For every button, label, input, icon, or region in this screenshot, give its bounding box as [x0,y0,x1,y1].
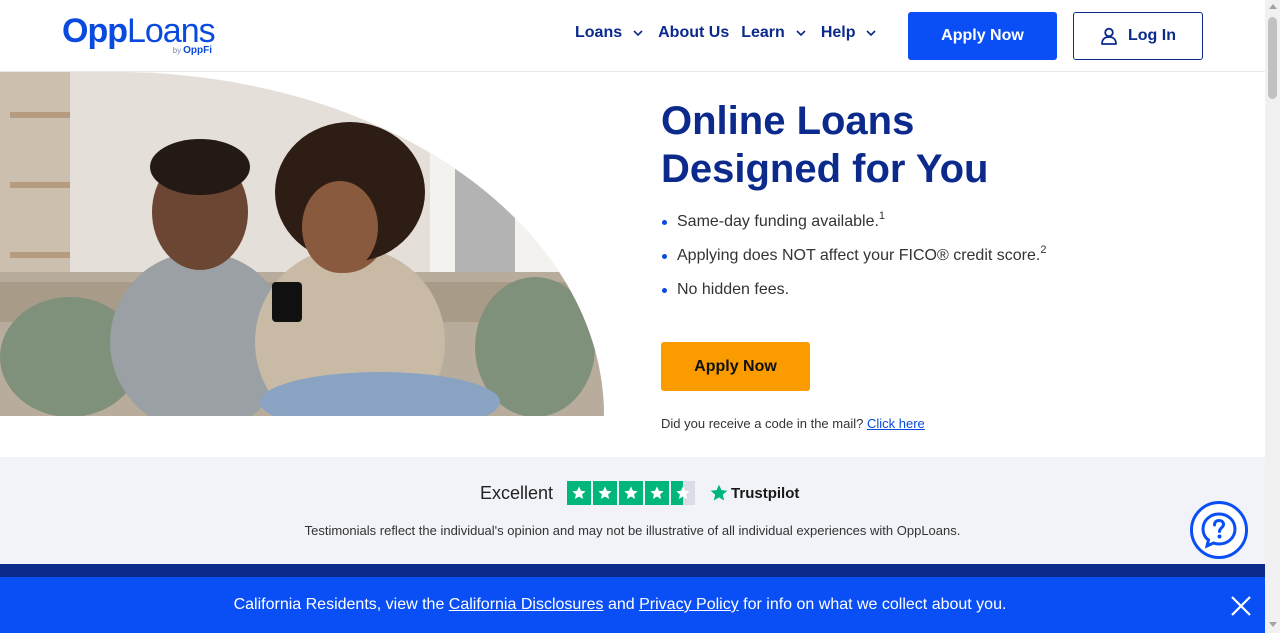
help-chat-icon [1201,512,1237,549]
close-icon[interactable] [1230,595,1252,617]
logo-byline: by OppFi [172,45,212,56]
ca-banner-text: California Residents, view the Californi… [233,596,1007,613]
nav-loans[interactable]: Loans [575,24,646,42]
nav-help[interactable]: Help [821,24,880,42]
testimonial-disclaimer: Testimonials reflect the individual's op… [304,523,961,538]
nav-learn-label: Learn [741,24,785,41]
page-scrollbar[interactable] [1265,0,1280,633]
hero-title: Online Loans Designed for You [661,99,989,191]
footer-top-strip [0,564,1265,577]
trustpilot-strip: Excellent Trustpilot Testimonials reflec… [0,457,1265,564]
user-icon [1101,27,1117,45]
california-residents-banner: California Residents, view the Californi… [0,577,1265,633]
nav-loans-label: Loans [575,24,623,41]
hero-apply-label: Apply Now [694,357,777,375]
rating-word: Excellent [480,482,554,503]
nav-about-label: About Us [658,24,730,41]
star-icon [567,481,592,505]
scroll-up-arrow-icon[interactable] [1269,4,1277,9]
mail-code-click-here-link[interactable]: Click here [867,416,925,431]
rating-stars [567,481,697,505]
trustpilot-star-icon [710,484,728,501]
trustpilot-widget[interactable]: Excellent Trustpilot [480,481,799,505]
star-icon [619,481,644,505]
list-item: Applying does NOT affect your FICO® cred… [661,244,1046,266]
hero-photo-couple [0,72,604,416]
log-in-label: Log In [1128,27,1176,44]
log-in-button[interactable]: Log In [1073,12,1203,60]
logo-wordmark: OppLoans [62,12,216,50]
footnote-1[interactable]: 1 [879,210,885,222]
list-item: No hidden fees. [661,280,1046,300]
trustpilot-logo: Trustpilot [709,483,799,503]
opploans-logo[interactable]: OppLoans by OppFi [62,12,216,60]
star-icon [593,481,618,505]
hero-apply-now-button[interactable]: Apply Now [661,342,810,391]
nav-about-us[interactable]: About Us [658,24,729,42]
site-header: OppLoans by OppFi Loans About Us Learn He… [0,0,1265,72]
california-disclosures-link[interactable]: California Disclosures [449,596,604,613]
chevron-down-icon [630,25,646,41]
list-item: Same-day funding available.1 [661,210,1046,232]
header-apply-label: Apply Now [941,27,1024,44]
privacy-policy-link[interactable]: Privacy Policy [639,596,739,613]
chevron-down-icon [793,25,809,41]
header-apply-now-button[interactable]: Apply Now [908,12,1057,60]
star-icon [645,481,670,505]
footnote-2[interactable]: 2 [1040,244,1046,256]
star-half-icon [671,481,696,505]
chat-help-button[interactable] [1190,501,1248,559]
nav-learn[interactable]: Learn [741,24,809,42]
scrollbar-thumb[interactable] [1268,17,1277,99]
scroll-down-arrow-icon[interactable] [1269,622,1277,627]
main-nav: Loans About Us Learn Help [575,24,891,42]
nav-help-label: Help [820,24,856,41]
mail-code-prompt: Did you receive a code in the mail? Clic… [661,416,925,431]
chevron-down-icon [863,25,879,41]
hero-benefits-list: Same-day funding available.1 Applying do… [661,210,1046,314]
